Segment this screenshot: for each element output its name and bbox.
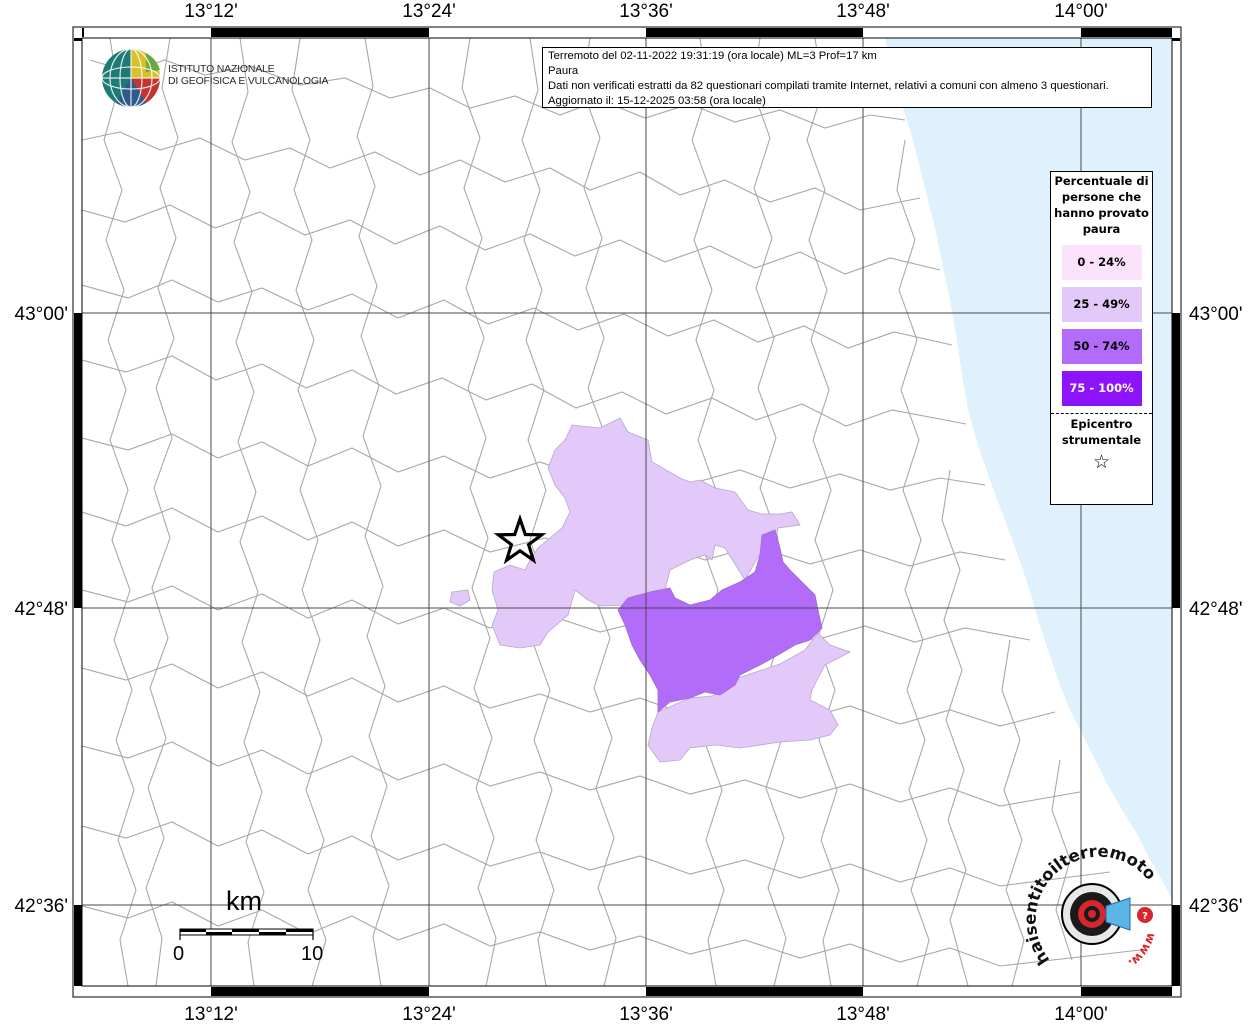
lat-label-left-3: 42°36' [15,896,69,917]
event-data-note: Dati non verificati estratti da 82 quest… [548,80,1109,92]
lat-labels-left: 43°00' 42°48' 42°36' [15,304,69,917]
legend-item-25-49: 25 - 49% [1061,287,1142,322]
legend-title: Percentuale di persone che hanno provato… [1054,174,1149,236]
ingv-name: ISTITUTO NAZIONALE DI GEOFISICA E VULCAN… [168,63,329,87]
ingv-name-line-2: DI GEOFISICA E VULCANOLOGIA [168,75,329,87]
lat-label-right-1: 43°00' [1189,304,1243,325]
event-parameter: Paura [548,65,579,77]
lon-label-top-1: 13°12' [184,1,238,22]
event-info-box: Terremoto del 02-11-2022 19:31:19 (ora l… [542,47,1152,108]
legend-separator [1051,413,1152,414]
lat-label-right-2: 42°48' [1189,599,1243,620]
lon-label-bottom-5: 14°00' [1054,1004,1108,1024]
lon-label-top-4: 13°48' [836,1,890,22]
lon-label-bottom-3: 13°36' [619,1004,673,1024]
event-title: Terremoto del 02-11-2022 19:31:19 (ora l… [548,50,877,62]
lat-label-left-1: 43°00' [15,304,69,325]
lat-label-left-2: 42°48' [15,599,69,620]
legend-item-75-100: 75 - 100% [1061,371,1142,406]
lon-label-top-3: 13°36' [619,1,673,22]
legend-star-icon: ☆ [1092,451,1111,473]
lon-labels-top: 13°12' 13°24' 13°36' 13°48' 14°00' [184,1,1108,22]
legend-item-0-24: 0 - 24% [1061,245,1142,280]
scale-start-label: 0 [173,943,185,965]
event-updated: Aggiornato il: 15-12-2025 03:58 (ora loc… [548,95,766,107]
lat-labels-right: 43°00' 42°48' 42°36' [1189,304,1243,917]
svg-text:?: ? [1142,911,1148,922]
intensity-map: 13°12' 13°24' 13°36' 13°48' 14°00' 13°12… [0,0,1254,1025]
lon-label-top-5: 14°00' [1054,1,1108,22]
lon-label-bottom-4: 13°48' [836,1004,890,1024]
lon-label-bottom-2: 13°24' [402,1004,456,1024]
lat-label-right-3: 42°36' [1189,896,1243,917]
scale-unit: km [226,886,262,916]
lon-label-bottom-1: 13°12' [184,1004,238,1024]
legend-epicenter-label: Epicentro strumentale [1061,417,1142,447]
lon-labels-bottom: 13°12' 13°24' 13°36' 13°48' 14°00' [184,1004,1108,1025]
ingv-globe-logo [101,48,161,108]
lon-label-top-2: 13°24' [402,1,456,22]
ingv-name-line-1: ISTITUTO NAZIONALE [168,63,275,75]
legend-item-50-74: 50 - 74% [1061,329,1142,364]
legend: Percentuale di persone che hanno provato… [1050,171,1153,505]
scale-end-label: 10 [301,943,324,965]
